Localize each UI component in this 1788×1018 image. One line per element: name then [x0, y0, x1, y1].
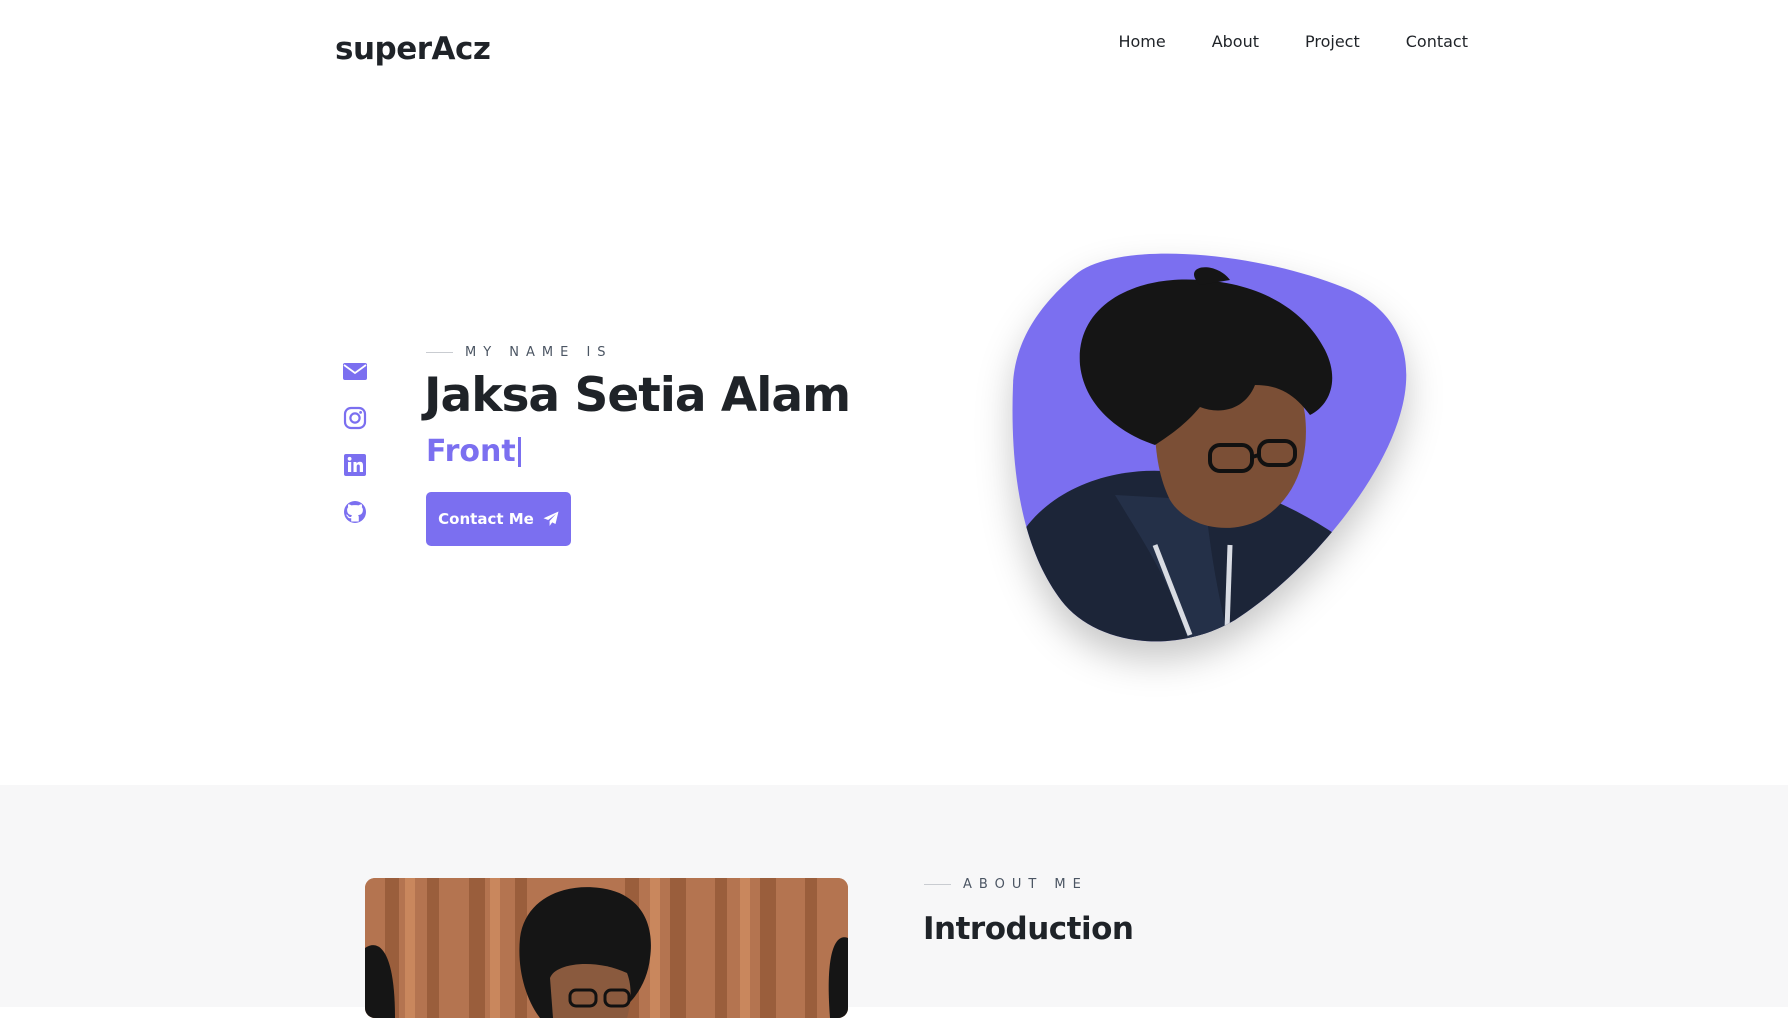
- linkedin-icon[interactable]: [342, 452, 368, 478]
- site-logo[interactable]: superAcz: [335, 31, 491, 67]
- kicker-line: [924, 884, 951, 885]
- nav-link-contact[interactable]: Contact: [1406, 32, 1468, 51]
- top-navbar: superAcz Home About Project Contact: [0, 0, 1788, 110]
- about-section: ABOUT ME Introduction: [0, 785, 1788, 1018]
- about-title: Introduction: [923, 911, 1134, 947]
- envelope-icon[interactable]: [342, 358, 368, 384]
- about-photo: [365, 878, 848, 1018]
- github-icon[interactable]: [342, 499, 368, 525]
- nav-menu: Home About Project Contact: [1118, 32, 1468, 51]
- about-kicker-text: ABOUT ME: [963, 877, 1088, 892]
- nav-link-about[interactable]: About: [1212, 32, 1259, 51]
- contact-me-label: Contact Me: [438, 510, 534, 528]
- hero-kicker: MY NAME IS: [426, 345, 613, 360]
- kicker-line: [426, 352, 453, 353]
- about-kicker: ABOUT ME: [924, 877, 1088, 892]
- typing-cursor: [517, 436, 521, 467]
- instagram-icon[interactable]: [342, 405, 368, 431]
- social-links: [342, 358, 368, 525]
- hero-role-text: Front: [426, 434, 516, 469]
- paper-plane-icon: [543, 511, 559, 527]
- nav-link-home[interactable]: Home: [1118, 32, 1165, 51]
- hero-role-typing: Front: [426, 434, 521, 469]
- hero-profile-photo: [1005, 245, 1415, 645]
- hero-name: Jaksa Setia Alam: [424, 368, 851, 423]
- nav-link-project[interactable]: Project: [1305, 32, 1360, 51]
- hero-kicker-text: MY NAME IS: [465, 345, 613, 360]
- contact-me-button[interactable]: Contact Me: [426, 492, 571, 546]
